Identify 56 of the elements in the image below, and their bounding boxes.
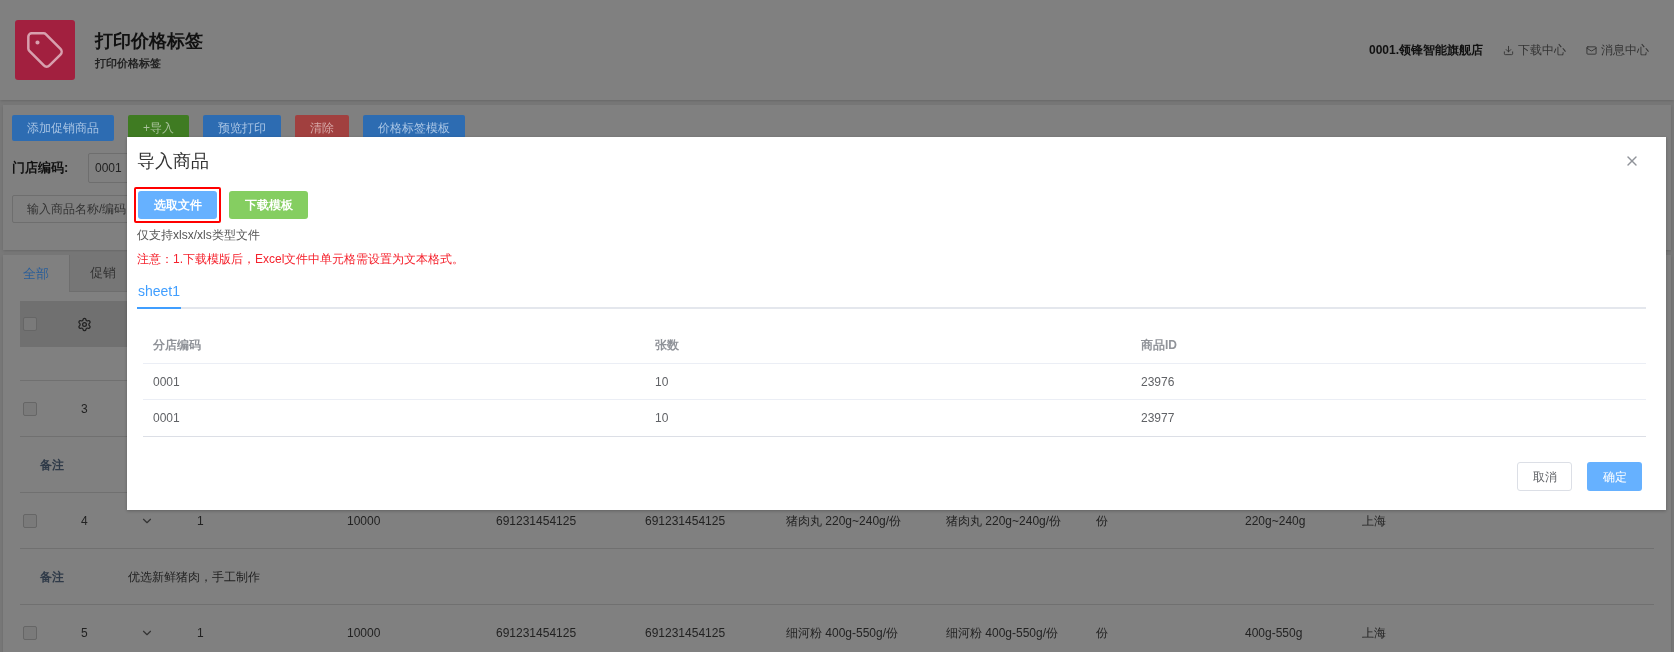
mail-icon [1586,44,1597,56]
note-label: 备注 [40,457,64,472]
column-header: 分店编码 [153,337,201,352]
checkbox[interactable] [23,625,37,640]
row-number: 4 [81,513,88,528]
table-cell: 10000 [347,625,381,640]
table-cell: 400g-550g [1245,625,1303,640]
table-cell: 23976 [1141,374,1175,389]
table-cell: 10 [655,411,669,425]
table-cell: 10000 [347,513,381,528]
table-cell: 691231454125 [496,513,577,528]
row-number: 3 [81,401,88,416]
table-cell: 0001 [153,411,180,425]
table-cell: 细河粉 400g-550g/份 [786,625,899,640]
table-cell: 份 [1096,513,1108,528]
column-header: 商品ID [1141,337,1177,352]
table-cell: 220g~240g [1245,513,1306,528]
header-link[interactable]: 消息中心 [1586,41,1649,59]
table-cell: 23977 [1141,411,1175,425]
table-cell: 691231454125 [645,513,726,528]
table-cell: 份 [1096,625,1108,640]
toolbar-button[interactable]: 添加促销商品 [12,115,114,141]
table-cell: 691231454125 [645,625,726,640]
settings-icon[interactable] [77,316,92,332]
page-title: 打印价格标签 [95,30,203,54]
store-code-label: 门店编码: [12,159,70,178]
header-link[interactable]: 下载中心 [1503,41,1566,59]
dialog-title: 导入商品 [137,149,209,173]
table-cell: 0001 [153,374,180,389]
column-header: 张数 [655,337,679,352]
note-label: 备注 [40,569,64,584]
format-notice: 注意：1.下载模版后，Excel文件中单元格需设置为文本格式。 [137,251,466,268]
table-cell: 猪肉丸 220g~240g/份 [786,513,902,528]
table-cell: 细河粉 400g-550g/份 [946,625,1059,640]
page-subtitle: 打印价格标签 [95,56,162,72]
table-cell: 691231454125 [496,625,577,640]
note-text: 优选新鲜猪肉，手工制作 [128,568,260,586]
table-cell: 上海 [1362,625,1386,640]
dialog-button[interactable]: 取消 [1517,462,1572,491]
table-cell: 1 [197,625,204,640]
checkbox[interactable] [23,513,37,528]
sheet-tab[interactable]: sheet1 [137,276,182,309]
download-icon [1503,44,1514,56]
file-type-hint: 仅支持xlsx/xls类型文件 [137,227,261,244]
table-cell: 1 [197,513,204,528]
table-cell: 上海 [1362,513,1386,528]
dialog-button[interactable]: 选取文件 [138,191,217,219]
checkbox[interactable] [23,401,37,416]
row-number: 5 [81,625,88,640]
dialog-button[interactable]: 确定 [1587,462,1642,491]
tag-icon [25,30,65,70]
dialog-button[interactable]: 下载模板 [229,191,308,219]
table-cell: 猪肉丸 220g~240g/份 [946,513,1062,528]
table-cell: 10 [655,374,669,389]
tab[interactable]: 全部 [3,255,70,292]
store-name: 0001.领锋智能旗舰店 [1368,42,1483,59]
